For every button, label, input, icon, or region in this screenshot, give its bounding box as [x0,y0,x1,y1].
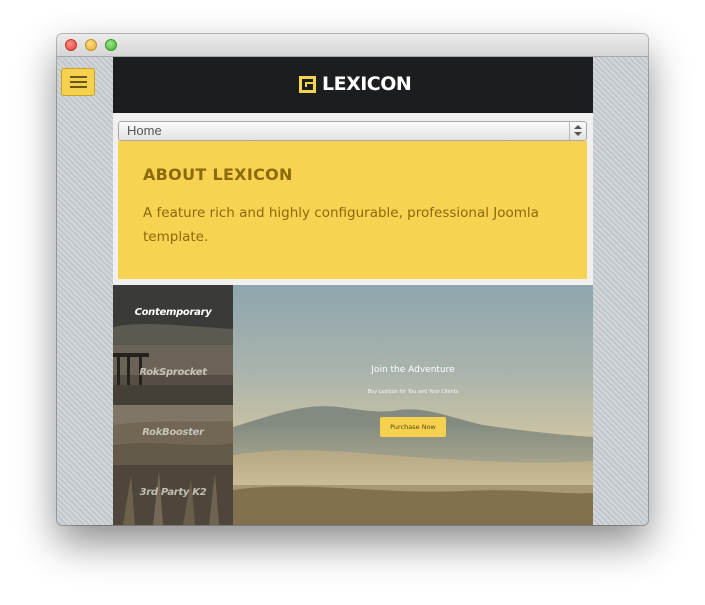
site-header: LEXICON [113,57,593,113]
select-arrows-icon [569,122,586,140]
tab-contemporary-label: Contemporary [134,307,212,318]
hero-title: Join the Adventure [371,365,455,375]
browser-viewport: LEXICON Home ABOUT LEXICON A feature ric… [57,57,648,525]
hero-landscape-image [233,406,593,525]
navigation-select-value: Home [127,123,162,138]
tab-rokbooster[interactable]: RokBooster [113,405,233,465]
logo-text: LEXICON [322,73,412,95]
close-window-button[interactable] [65,39,77,51]
hamburger-menu-icon [70,76,87,78]
lexicon-logo-icon [299,75,316,93]
hamburger-line [70,81,87,83]
browser-window: LEXICON Home ABOUT LEXICON A feature ric… [57,34,648,525]
site-page: LEXICON Home ABOUT LEXICON A feature ric… [113,57,593,525]
about-text: A feature rich and highly configurable, … [143,205,539,245]
hero-subtitle: Buy Lexicon for You and Your Clients [367,389,459,395]
tab-3rd-party-k2[interactable]: 3rd Party K2 [113,465,233,525]
minimize-window-button[interactable] [85,39,97,51]
window-titlebar [57,34,648,57]
purchase-now-button[interactable]: Purchase Now [380,417,446,437]
tab-roksprocket[interactable]: RokSprocket [113,345,233,405]
hero-slide: Join the Adventure Buy Lexicon for You a… [233,285,593,525]
hamburger-menu-button[interactable] [61,68,95,96]
navigation-select[interactable]: Home [118,121,587,141]
about-section: ABOUT LEXICON A feature rich and highly … [118,141,587,279]
tab-rokbooster-label: RokBooster [142,427,204,438]
showcase-slider: Join the Adventure Buy Lexicon for You a… [113,285,593,525]
tab-roksprocket-label: RokSprocket [139,367,207,378]
tab-3rd-party-k2-label: 3rd Party K2 [139,487,207,498]
site-logo[interactable]: LEXICON [299,73,412,95]
zoom-window-button[interactable] [105,39,117,51]
hamburger-line [70,86,87,88]
showcase-tabs: Contemporary RokSprocket RokBooster 3rd … [113,285,233,525]
tab-contemporary[interactable]: Contemporary [113,285,233,345]
about-title: ABOUT LEXICON [143,165,293,184]
